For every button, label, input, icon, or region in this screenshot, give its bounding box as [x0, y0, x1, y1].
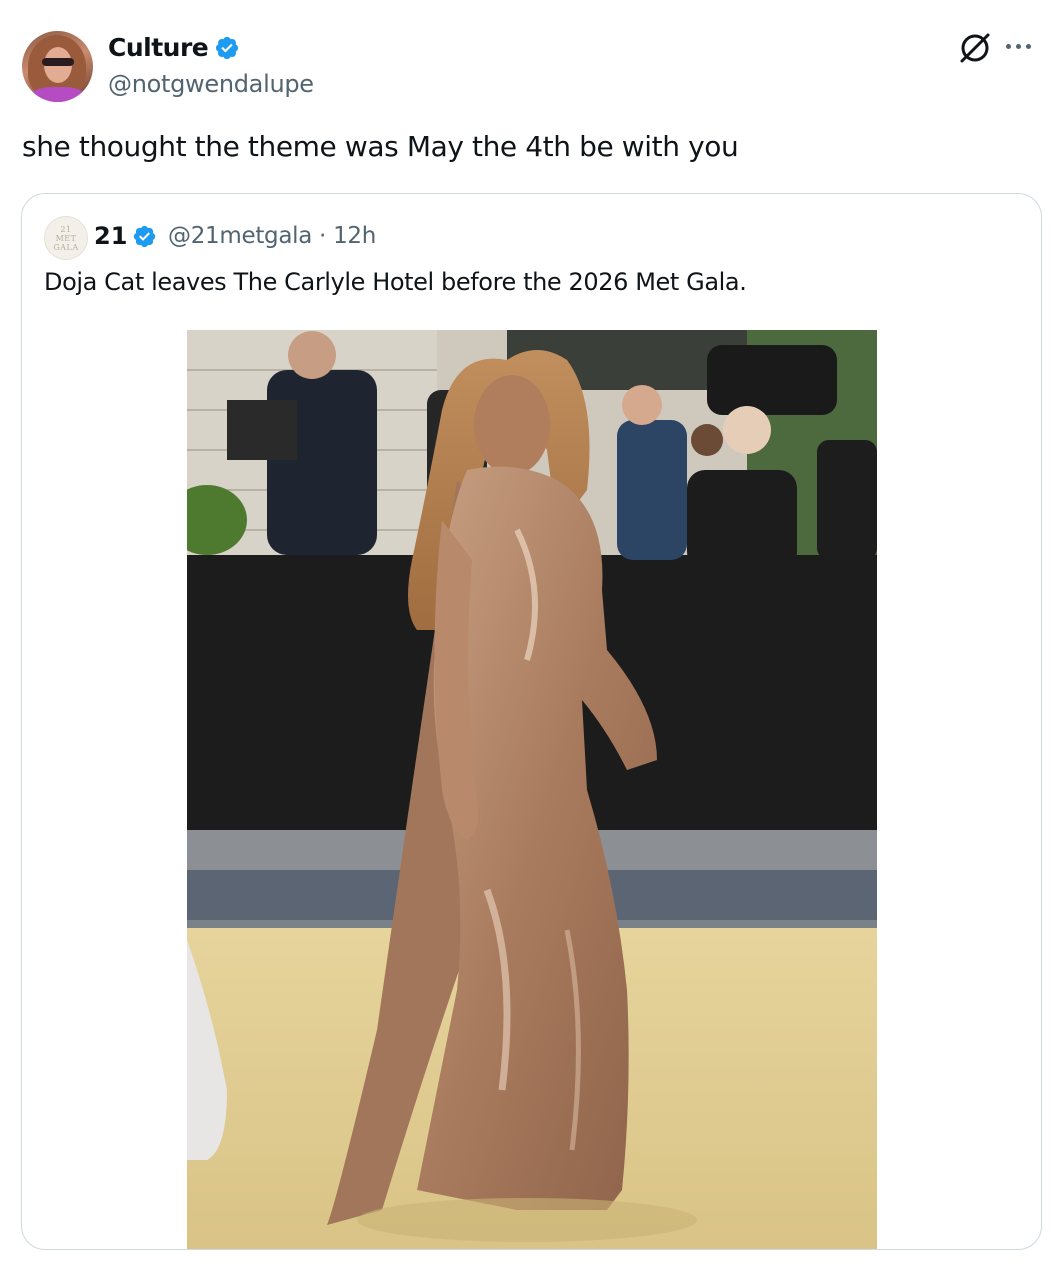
- grok-icon[interactable]: [957, 30, 993, 66]
- quoted-tweet-text: Doja Cat leaves The Carlyle Hotel before…: [44, 268, 747, 296]
- quoted-author-handle[interactable]: @21metgala: [168, 223, 312, 249]
- quoted-tweet-card[interactable]: 21 MET GALA 21 @21metgala · 12h Doja Cat…: [21, 193, 1042, 1250]
- quoted-author-name[interactable]: 21: [94, 222, 127, 250]
- quoted-author-avatar[interactable]: 21 MET GALA: [44, 216, 88, 260]
- more-options-icon[interactable]: [1006, 36, 1040, 56]
- avatar-text-line: MET: [55, 233, 77, 243]
- verified-badge-icon: [134, 225, 156, 247]
- avatar-text-line: 21: [60, 224, 72, 234]
- quoted-time[interactable]: 12h: [333, 223, 376, 249]
- quoted-handle-time: @21metgala · 12h: [168, 223, 376, 249]
- avatar-text-line: GALA: [53, 242, 79, 252]
- verified-badge-icon: [216, 36, 239, 59]
- author-name-row[interactable]: Culture: [108, 33, 240, 62]
- separator-dot: ·: [319, 223, 327, 249]
- author-handle[interactable]: @notgwendalupe: [108, 70, 314, 98]
- quoted-photo[interactable]: [187, 330, 877, 1249]
- photo-illustration: [187, 330, 877, 1249]
- quoted-author-name-row[interactable]: 21: [94, 222, 157, 250]
- tweet-text: she thought the theme was May the 4th be…: [22, 130, 739, 163]
- author-avatar[interactable]: [22, 31, 93, 102]
- author-name[interactable]: Culture: [108, 33, 209, 62]
